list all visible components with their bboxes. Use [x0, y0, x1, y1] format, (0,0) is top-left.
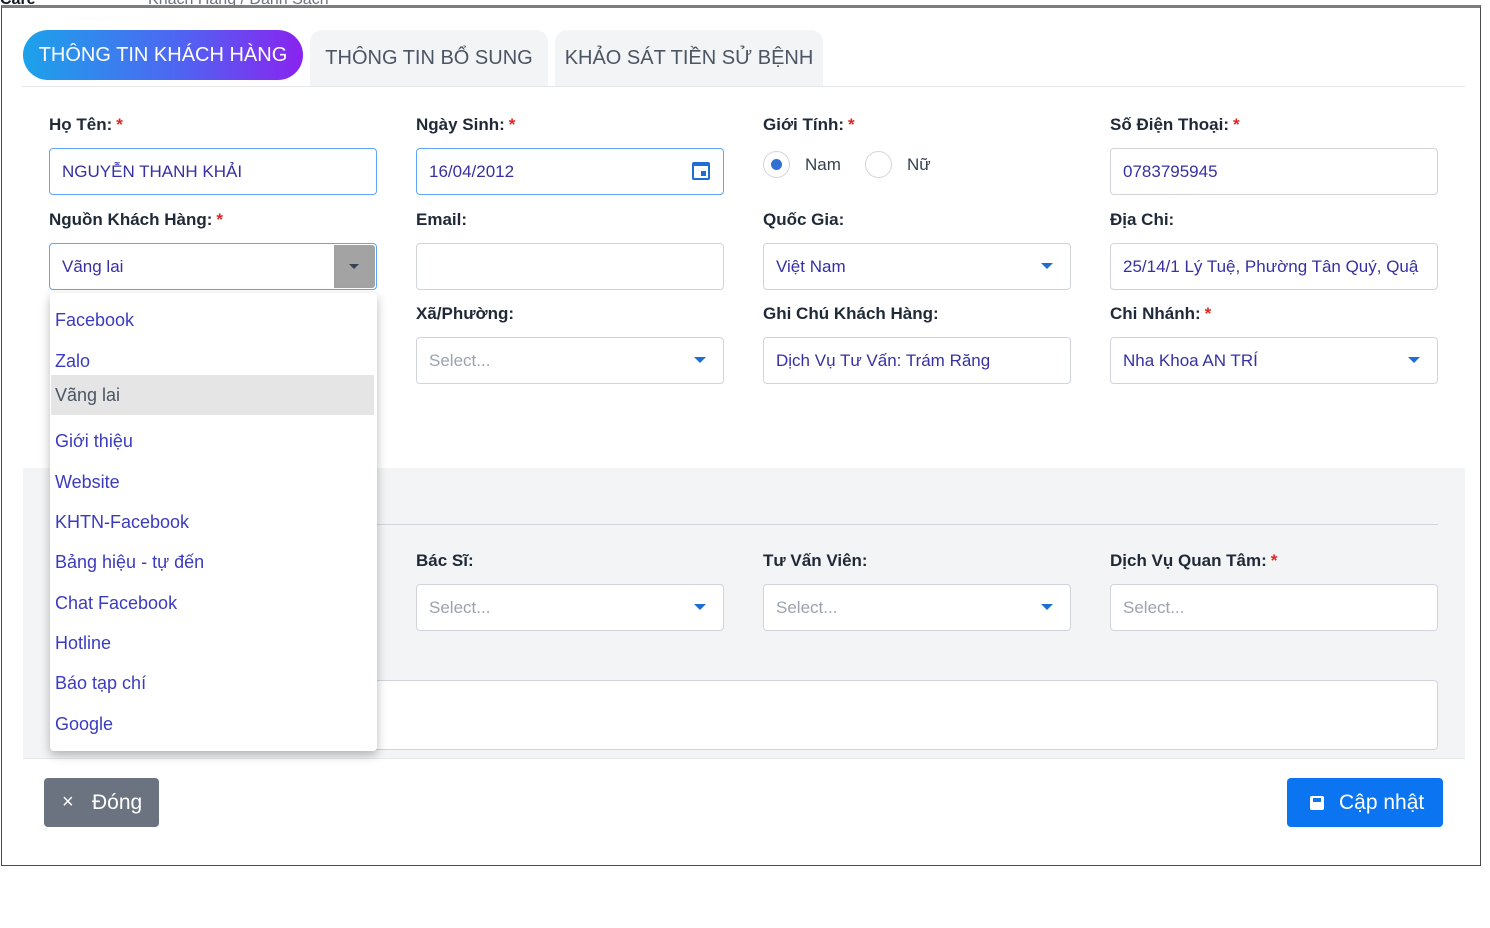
customer-edit-modal: THÔNG TIN KHÁCH HÀNG THÔNG TIN BỔ SUNG K… [1, 5, 1481, 866]
dropdown-option[interactable]: Giới thiệu [51, 421, 374, 461]
birth-date-label: Ngày Sinh: * [416, 115, 516, 134]
chevron-down-icon [1041, 604, 1053, 610]
email-input[interactable] [416, 243, 724, 290]
dropdown-option[interactable]: Bảng hiệu - tự đến [51, 542, 374, 582]
customer-note-label: Ghi Chú Khách Hàng: [763, 304, 939, 323]
address-input[interactable]: 25/14/1 Lý Tuệ, Phường Tân Quý, Quậ [1110, 243, 1438, 290]
update-button-label: Cập nhật [1339, 791, 1425, 814]
birth-date-value: 16/04/2012 [429, 162, 515, 181]
source-dropdown-list: Facebook Zalo Vãng lai Giới thiệu Websit… [50, 293, 377, 751]
source-label: Nguồn Khách Hàng: * [49, 210, 224, 229]
branch-value: Nha Khoa AN TRÍ [1123, 351, 1258, 370]
service-label: Dịch Vụ Quan Tâm: * [1110, 551, 1278, 570]
dropdown-option[interactable]: Website [51, 462, 374, 502]
chevron-down-icon [1041, 263, 1053, 269]
dropdown-option[interactable]: KHTN-Facebook [51, 502, 374, 542]
tab-additional-info[interactable]: THÔNG TIN BỔ SUNG [310, 30, 548, 86]
footer-divider [23, 758, 1465, 759]
birth-date-input[interactable]: 16/04/2012 [416, 148, 724, 195]
country-label: Quốc Gia: [763, 210, 845, 229]
tab-bar: THÔNG TIN KHÁCH HÀNG THÔNG TIN BỔ SUNG K… [22, 28, 1465, 87]
service-select[interactable]: Select... [1110, 584, 1438, 631]
close-button[interactable]: × Đóng [44, 778, 159, 827]
full-name-label: Họ Tên: * [49, 115, 123, 134]
country-value: Việt Nam [776, 257, 846, 276]
consultant-label: Tư Vấn Viên: [763, 551, 868, 570]
chevron-down-icon [1408, 357, 1420, 363]
chevron-down-icon [694, 604, 706, 610]
branch-label: Chi Nhánh: * [1110, 304, 1212, 323]
gender-label: Giới Tính: * [763, 115, 855, 134]
dropdown-option[interactable]: Facebook [51, 300, 374, 340]
consultant-select[interactable]: Select... [763, 584, 1071, 631]
dropdown-option[interactable]: Báo tạp chí [51, 663, 374, 703]
full-name-input[interactable]: NGUYỄN THANH KHẢI [49, 148, 377, 195]
country-select[interactable]: Việt Nam [763, 243, 1071, 290]
dropdown-option[interactable]: Hotline [51, 623, 374, 663]
save-icon [1310, 796, 1324, 810]
doctor-select[interactable]: Select... [416, 584, 724, 631]
ward-select[interactable]: Select... [416, 337, 724, 384]
dropdown-option[interactable]: Chat Facebook [51, 583, 374, 623]
gender-female-label: Nữ [907, 155, 931, 174]
doctor-label: Bác Sĩ: [416, 551, 474, 570]
source-select[interactable]: Vãng lai [49, 243, 377, 290]
source-dropdown-toggle[interactable] [334, 245, 375, 288]
dropdown-option-selected[interactable]: Vãng lai [51, 375, 374, 415]
gender-radio-male[interactable] [763, 151, 790, 178]
gender-radio-female[interactable] [865, 151, 892, 178]
close-button-label: Đóng [92, 791, 143, 814]
tab-customer-info[interactable]: THÔNG TIN KHÁCH HÀNG [23, 30, 303, 80]
source-value: Vãng lai [62, 257, 124, 276]
ward-placeholder: Select... [429, 351, 491, 370]
calendar-icon[interactable] [692, 162, 710, 180]
doctor-placeholder: Select... [429, 598, 491, 617]
close-icon: × [62, 791, 74, 813]
dropdown-option[interactable]: Google [51, 704, 374, 744]
gender-male-label: Nam [805, 155, 841, 174]
tab-medical-history[interactable]: KHẢO SÁT TIỀN SỬ BỆNH [555, 30, 823, 86]
address-label: Địa Chi: [1110, 210, 1175, 229]
ward-label: Xã/Phường: [416, 304, 515, 323]
chevron-down-icon [694, 357, 706, 363]
branch-select[interactable]: Nha Khoa AN TRÍ [1110, 337, 1438, 384]
phone-input[interactable]: 0783795945 [1110, 148, 1438, 195]
consultant-placeholder: Select... [776, 598, 838, 617]
customer-note-input[interactable]: Dịch Vụ Tư Vấn: Trám Răng [763, 337, 1071, 384]
update-button[interactable]: Cập nhật [1287, 778, 1443, 827]
email-label: Email: [416, 210, 468, 229]
service-placeholder: Select... [1123, 598, 1185, 617]
phone-label: Số Điện Thoại: * [1110, 115, 1240, 134]
